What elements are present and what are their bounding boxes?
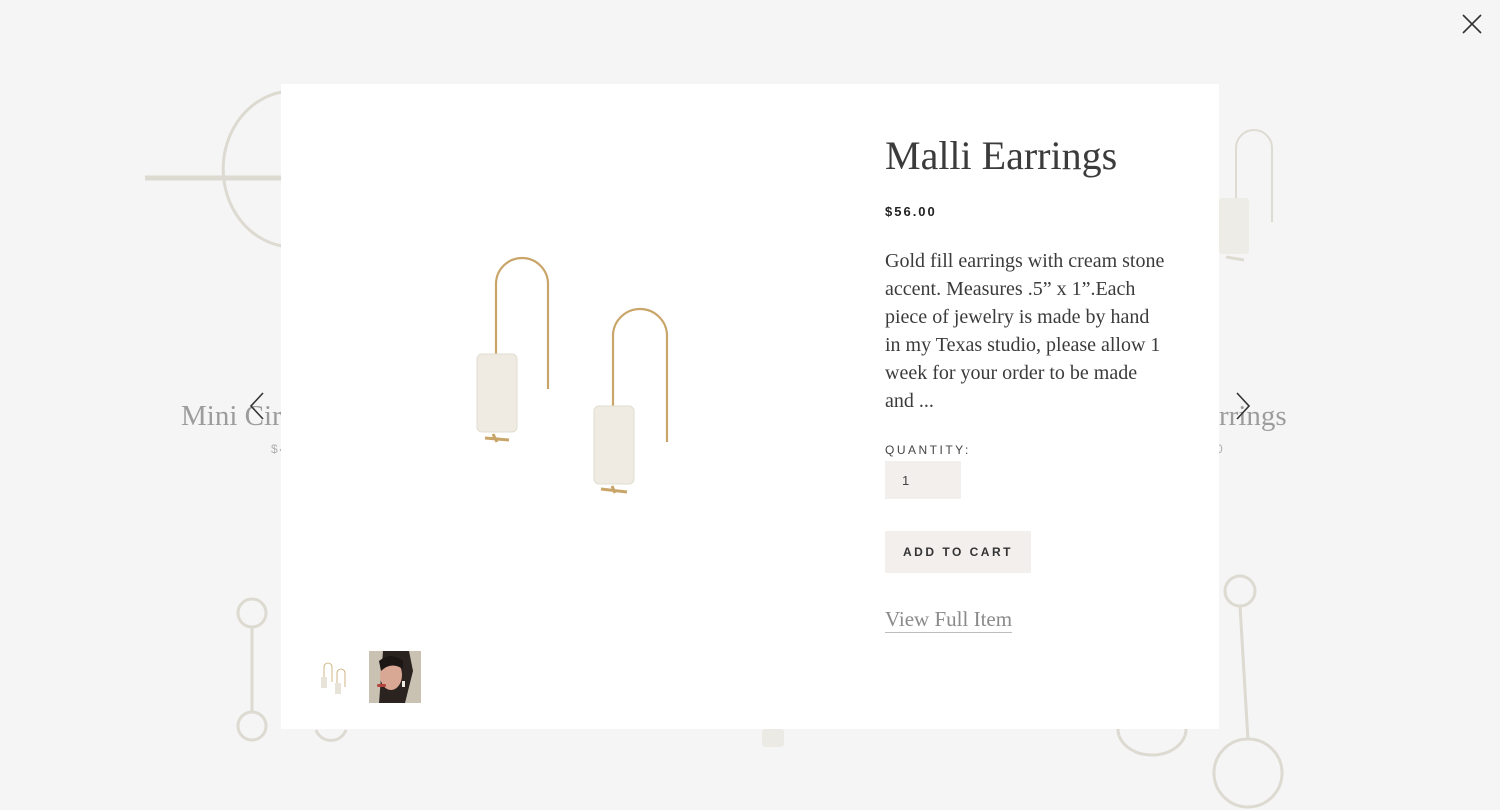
earring-right: [593, 307, 669, 494]
view-full-item-link[interactable]: View Full Item: [885, 607, 1013, 633]
thumbnail-strip: [309, 651, 421, 703]
thumbnail-product[interactable]: [309, 651, 361, 703]
next-product-button[interactable]: [1231, 390, 1253, 422]
add-to-cart-button[interactable]: ADD TO CART: [885, 531, 1031, 573]
chevron-left-icon: [249, 392, 264, 420]
previous-product-button[interactable]: [247, 390, 269, 422]
product-price: $56.00: [885, 204, 937, 219]
thumbnail-model-image: [369, 651, 421, 703]
close-icon: [1462, 14, 1482, 34]
quantity-input[interactable]: [885, 461, 961, 499]
main-product-image: [476, 256, 669, 494]
quick-view-modal: Malli Earrings $56.00 Gold fill earrings…: [281, 84, 1219, 729]
earring-left: [476, 256, 550, 443]
close-button[interactable]: [1458, 10, 1486, 38]
thumbnail-model[interactable]: [369, 651, 421, 703]
product-details: Malli Earrings $56.00 Gold fill earrings…: [885, 132, 1185, 633]
bg-earring-top-right: [1219, 129, 1273, 262]
product-description: Gold fill earrings with cream stone acce…: [885, 250, 1165, 412]
bg-product-title-left[interactable]: Mini Circ: [181, 400, 295, 433]
chevron-right-icon: [1236, 392, 1251, 420]
product-title: Malli Earrings: [885, 133, 1118, 178]
thumbnail-product-image: [309, 651, 361, 703]
quantity-label: QUANTITY:: [885, 443, 971, 457]
bg-hair-pin: [145, 90, 283, 248]
bg-stone: [762, 729, 784, 747]
